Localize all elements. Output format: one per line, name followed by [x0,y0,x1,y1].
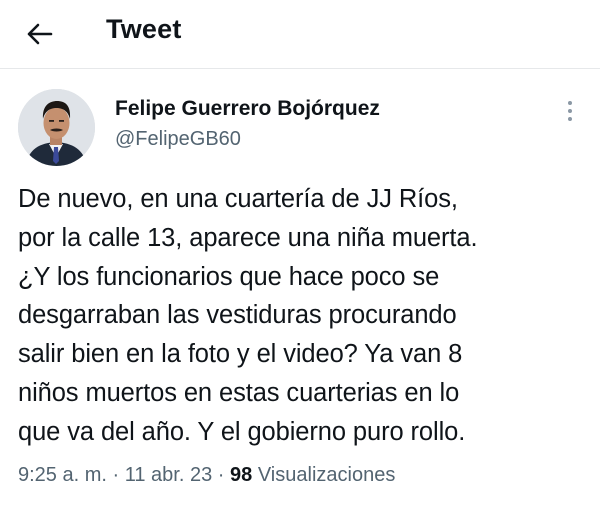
page-title: Tweet [106,14,182,44]
tweet-text: De nuevo, en una cuartería de JJ Ríos, p… [18,185,478,446]
profile-photo [18,89,95,166]
views-label[interactable]: Visualizaciones [258,464,396,486]
author-handle[interactable]: @FelipeGB60 [115,128,241,151]
back-button[interactable] [22,16,58,52]
vertical-ellipsis-icon [568,101,572,121]
avatar[interactable] [18,89,95,166]
arrow-left-icon [27,23,53,45]
separator-dot: · [112,464,120,486]
tweet-time[interactable]: 9:25 a. m. [18,464,107,486]
tweet-date[interactable]: 11 abr. 23 [125,464,212,486]
more-options-button[interactable] [558,96,582,126]
separator-dot: · [217,464,225,486]
author-display-name[interactable]: Felipe Guerrero Bojórquez [115,97,380,121]
views-count[interactable]: 98 [230,464,252,486]
tweet-metadata: 9:25 a. m. · 11 abr. 23 · 98 Visualizaci… [18,464,395,487]
top-bar: Tweet [0,0,600,69]
